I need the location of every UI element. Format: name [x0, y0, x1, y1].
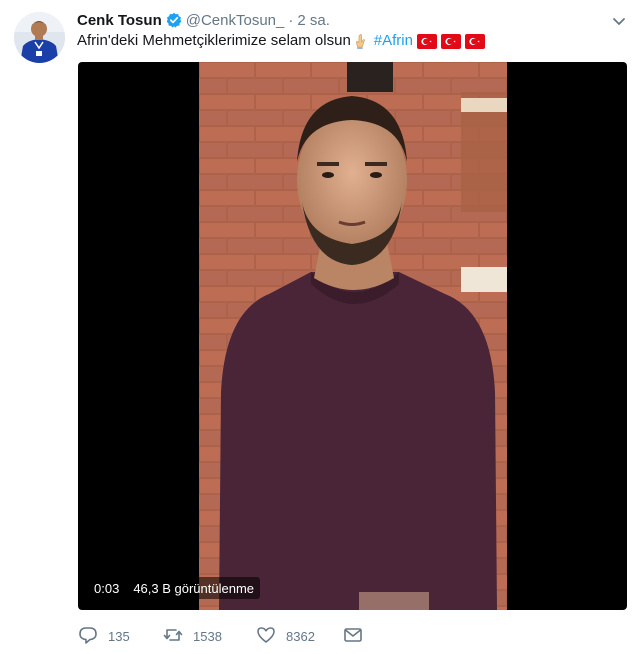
video-info-overlay: 0:03 46,3 B görüntülenme — [88, 577, 261, 599]
video-views: 46,3 B görüntülenme — [133, 580, 255, 596]
reply-count: 135 — [108, 628, 130, 644]
separator-dot: · — [288, 11, 294, 29]
tweet[interactable]: Cenk Tosun @CenkTosun_ · 2 sa. Afrin'dek… — [0, 0, 640, 654]
author-name[interactable]: Cenk Tosun — [77, 12, 162, 29]
tweet-text: Afrin'deki Mehmetçiklerimize selam olsun… — [77, 31, 485, 51]
verified-badge-icon — [166, 12, 182, 28]
video-duration: 0:03 — [94, 580, 120, 596]
direct-message-button[interactable] — [343, 625, 363, 648]
reply-button[interactable]: 135 — [78, 625, 163, 648]
tweet-actions: 135 1538 8362 — [78, 624, 363, 648]
chevron-down-icon[interactable] — [612, 14, 626, 25]
heart-icon — [256, 625, 276, 648]
turkey-flag-emoji — [464, 33, 485, 49]
author-handle[interactable]: @CenkTosun_ — [186, 12, 285, 29]
hashtag-link[interactable]: #Afrin — [374, 31, 413, 51]
turkey-flag-emoji — [416, 33, 437, 49]
tweet-timestamp[interactable]: 2 sa. — [297, 12, 330, 29]
like-button[interactable]: 8362 — [256, 625, 343, 648]
retweet-icon — [163, 625, 183, 648]
retweet-count: 1538 — [193, 628, 222, 644]
tweet-body: Afrin'deki Mehmetçiklerimize selam olsun — [77, 32, 351, 49]
avatar[interactable] — [14, 12, 65, 63]
tweet-header: Cenk Tosun @CenkTosun_ · 2 sa. — [77, 10, 330, 30]
folded-hands-emoji — [352, 32, 370, 50]
retweet-button[interactable]: 1538 — [163, 625, 256, 648]
reply-icon — [78, 625, 98, 648]
envelope-icon — [343, 625, 363, 648]
video-player[interactable]: 0:03 46,3 B görüntülenme — [78, 62, 627, 610]
like-count: 8362 — [286, 628, 315, 644]
video-frame — [199, 62, 507, 610]
turkey-flag-emoji — [440, 33, 461, 49]
